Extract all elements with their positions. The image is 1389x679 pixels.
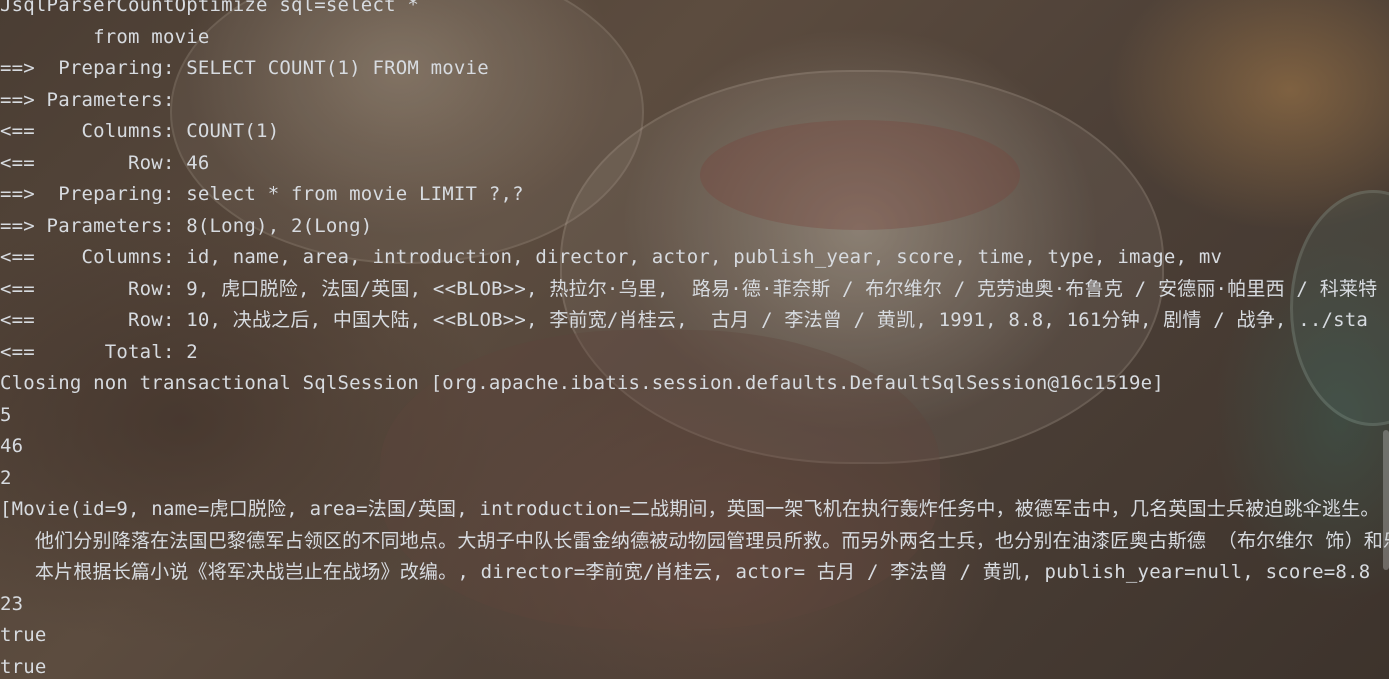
console-line: 本片根据长篇小说《将军决战岂止在战场》改编。, director=李前宽/肖桂云…: [0, 561, 1371, 583]
console-line: <== Row: 9, 虎口脱险, 法国/英国, <<BLOB>>, 热拉尔·乌…: [0, 277, 1378, 300]
console-line: true: [0, 655, 47, 678]
console-line: <== Row: 10, 决战之后, 中国大陆, <<BLOB>>, 李前宽/肖…: [0, 309, 1369, 331]
console-line: ==> Parameters: 8(Long), 2(Long): [0, 214, 373, 237]
console-line: [Movie(id=9, name=虎口脱险, area=法国/英国, intr…: [0, 498, 1380, 520]
console-line: Closing non transactional SqlSession [or…: [0, 372, 1164, 394]
console-line: <== Columns: id, name, area, introductio…: [0, 246, 1223, 268]
console-line: ==> Parameters:: [0, 88, 187, 111]
console-line: 2: [0, 466, 12, 489]
console-line: <== Row: 46: [0, 151, 210, 174]
console-line: 23: [0, 592, 24, 615]
console-line: <== Total: 2: [0, 340, 198, 363]
console-output[interactable]: JsqlParserCountOptimize sql=select * fro…: [0, 0, 1389, 679]
console-line: <== Columns: COUNT(1): [0, 120, 280, 142]
console-line: true: [0, 624, 47, 646]
console-line: ==> Preparing: SELECT COUNT(1) FROM movi…: [0, 57, 489, 79]
console-line: JsqlParserCountOptimize sql=select *: [0, 0, 420, 16]
console-line: from movie: [0, 25, 210, 48]
console-line: 46: [0, 435, 24, 457]
console-line: 5: [0, 403, 12, 426]
console-line: 他们分别降落在法国巴黎德军占领区的不同地点。大胡子中队长雷金纳德被动物园管理员所…: [0, 529, 1389, 552]
console-line: ==> Preparing: select * from movie LIMIT…: [0, 183, 524, 205]
vertical-scrollbar[interactable]: [1383, 430, 1389, 570]
